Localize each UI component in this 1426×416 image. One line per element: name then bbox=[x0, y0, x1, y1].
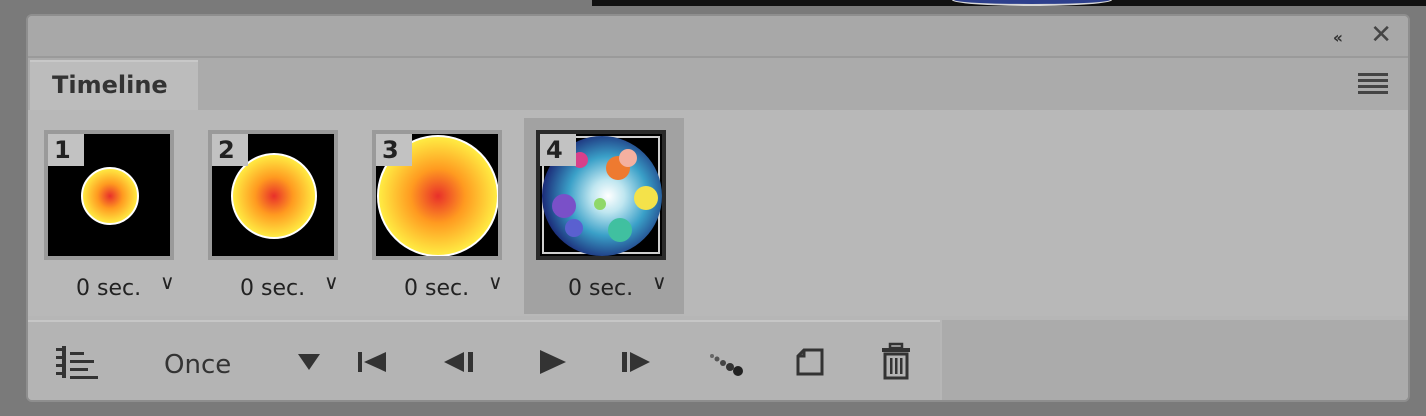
play-icon bbox=[540, 350, 566, 374]
duplicate-frame-icon bbox=[796, 348, 824, 376]
frame-delay[interactable]: 0 sec. bbox=[568, 276, 633, 301]
previous-frame-button[interactable] bbox=[440, 342, 480, 382]
toolbar-empty-area bbox=[942, 320, 1408, 400]
chevron-down-icon[interactable] bbox=[298, 354, 320, 370]
delete-frame-button[interactable] bbox=[876, 342, 916, 382]
chevron-down-icon[interactable]: ∨ bbox=[324, 270, 339, 294]
close-icon[interactable]: ✕ bbox=[1370, 22, 1392, 48]
frame-number: 2 bbox=[212, 134, 248, 166]
background-canvas-strip bbox=[592, 0, 1426, 6]
frame-thumbnail[interactable]: 1 bbox=[44, 130, 174, 260]
frame-delay[interactable]: 0 sec. bbox=[240, 276, 305, 301]
background-shape bbox=[952, 0, 1112, 6]
duplicate-frame-button[interactable] bbox=[790, 342, 830, 382]
select-previous-frame-icon bbox=[444, 352, 473, 372]
convert-to-video-timeline-icon bbox=[56, 346, 98, 379]
chevron-down-icon[interactable]: ∨ bbox=[160, 270, 175, 294]
chevron-down-icon[interactable]: ∨ bbox=[652, 270, 667, 294]
frame-number: 3 bbox=[376, 134, 412, 166]
tab-row: Timeline bbox=[28, 58, 1408, 110]
trash-icon bbox=[882, 342, 910, 380]
loop-options-select[interactable]: Once bbox=[164, 350, 231, 380]
tween-button[interactable] bbox=[704, 342, 748, 382]
play-button[interactable] bbox=[532, 342, 572, 382]
select-first-frame-icon bbox=[358, 352, 386, 372]
frames-area: 1 0 sec. ∨ 2 0 sec. ∨ 3 0 sec. ∨ 4 0 sec… bbox=[28, 110, 1408, 316]
frame-thumbnail[interactable]: 2 bbox=[208, 130, 338, 260]
frame-delay[interactable]: 0 sec. bbox=[404, 276, 469, 301]
chevron-down-icon[interactable]: ∨ bbox=[488, 270, 503, 294]
frame-2[interactable]: 2 0 sec. ∨ bbox=[196, 118, 356, 314]
timeline-panel: ‹‹ ✕ Timeline 1 0 sec. ∨ 2 0 sec. ∨ 3 0 … bbox=[26, 14, 1410, 402]
convert-timeline-button[interactable] bbox=[54, 342, 102, 382]
frame-delay[interactable]: 0 sec. bbox=[76, 276, 141, 301]
select-next-frame-icon bbox=[622, 352, 650, 372]
frame-4[interactable]: 4 0 sec. ∨ bbox=[524, 118, 684, 314]
panel-header: ‹‹ ✕ bbox=[28, 16, 1408, 58]
timeline-toolbar: Once bbox=[28, 320, 940, 400]
tab-timeline[interactable]: Timeline bbox=[30, 60, 198, 110]
frame-3[interactable]: 3 0 sec. ∨ bbox=[360, 118, 520, 314]
frame-number: 1 bbox=[48, 134, 84, 166]
tween-frames-icon bbox=[710, 354, 743, 376]
panel-menu-icon[interactable] bbox=[1358, 73, 1388, 95]
frame-number: 4 bbox=[540, 134, 576, 166]
next-frame-button[interactable] bbox=[616, 342, 656, 382]
frame-thumbnail[interactable]: 3 bbox=[372, 130, 502, 260]
frame-thumbnail[interactable]: 4 bbox=[536, 130, 666, 260]
frame-1[interactable]: 1 0 sec. ∨ bbox=[32, 118, 192, 314]
collapse-icon[interactable]: ‹‹ bbox=[1333, 28, 1343, 47]
first-frame-button[interactable] bbox=[354, 342, 394, 382]
